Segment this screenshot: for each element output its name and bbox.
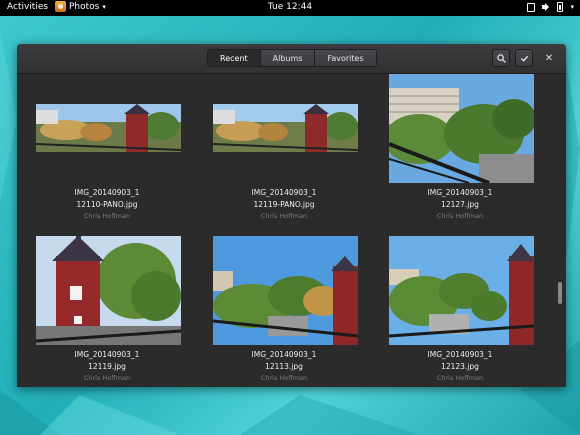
speaker-icon bbox=[542, 3, 550, 11]
photo-item[interactable]: IMG_20140903_1 12119.jpg Chris Hoffman bbox=[17, 234, 200, 387]
chevron-down-icon: ▾ bbox=[570, 3, 574, 11]
photo-image bbox=[213, 236, 358, 345]
photo-caption: IMG_20140903_1 12110-PANO.jpg Chris Hoff… bbox=[17, 187, 197, 221]
close-window-button[interactable]: ✕ bbox=[542, 50, 556, 66]
photo-thumbnail[interactable] bbox=[389, 74, 534, 183]
photo-title-line1: IMG_20140903_1 bbox=[74, 188, 140, 197]
photo-title-line2: 12127.jpg bbox=[441, 200, 479, 209]
photo-title-line1: IMG_20140903_1 bbox=[427, 188, 493, 197]
photo-item[interactable]: IMG_20140903_1 12119-PANO.jpg Chris Hoff… bbox=[194, 74, 377, 234]
photo-title-line2: 12119.jpg bbox=[88, 362, 126, 371]
photo-thumbnail[interactable] bbox=[36, 236, 181, 345]
photo-author: Chris Hoffman bbox=[83, 212, 131, 220]
photos-window: Recent Albums Favorites ✕ IMG_20140903_1… bbox=[17, 44, 566, 387]
photo-title-line2: 12119-PANO.jpg bbox=[253, 200, 315, 209]
photo-image bbox=[389, 74, 534, 183]
photo-title-line1: IMG_20140903_1 bbox=[251, 350, 317, 359]
photo-author: Chris Hoffman bbox=[436, 374, 484, 382]
tab-favorites[interactable]: Favorites bbox=[314, 49, 377, 67]
tab-recent[interactable]: Recent bbox=[207, 49, 261, 67]
photo-title-line2: 12110-PANO.jpg bbox=[76, 200, 138, 209]
photo-image bbox=[36, 104, 181, 152]
top-bar: Activities Photos ▾ Tue 12:44 ▾ bbox=[0, 0, 580, 16]
scrollbar-thumb[interactable] bbox=[558, 282, 562, 304]
photo-item[interactable]: IMG_20140903_1 12110-PANO.jpg Chris Hoff… bbox=[17, 74, 200, 234]
search-icon bbox=[496, 53, 506, 63]
select-button[interactable] bbox=[515, 49, 533, 67]
photo-author: Chris Hoffman bbox=[260, 212, 308, 220]
photo-title-line1: IMG_20140903_1 bbox=[251, 188, 317, 197]
photo-title-line1: IMG_20140903_1 bbox=[427, 350, 493, 359]
photo-thumbnail[interactable] bbox=[36, 104, 181, 152]
photo-caption: IMG_20140903_1 12113.jpg Chris Hoffman bbox=[194, 349, 374, 383]
photo-caption: IMG_20140903_1 12119-PANO.jpg Chris Hoff… bbox=[194, 187, 374, 221]
photo-item[interactable]: IMG_20140903_1 12113.jpg Chris Hoffman bbox=[194, 234, 377, 387]
photo-title-line1: IMG_20140903_1 bbox=[74, 350, 140, 359]
photo-thumbnail[interactable] bbox=[389, 236, 534, 345]
header-bar: Recent Albums Favorites ✕ bbox=[17, 44, 566, 74]
battery-icon bbox=[557, 2, 564, 12]
search-button[interactable] bbox=[492, 49, 510, 67]
photo-thumbnail[interactable] bbox=[213, 104, 358, 152]
photo-grid[interactable]: IMG_20140903_1 12110-PANO.jpg Chris Hoff… bbox=[17, 74, 566, 387]
view-switcher: Recent Albums Favorites bbox=[207, 49, 377, 67]
photo-author: Chris Hoffman bbox=[436, 212, 484, 220]
window-icon bbox=[527, 2, 536, 12]
photo-caption: IMG_20140903_1 12123.jpg Chris Hoffman bbox=[370, 349, 550, 383]
photo-image bbox=[36, 236, 181, 345]
photo-item[interactable]: IMG_20140903_1 12123.jpg Chris Hoffman bbox=[370, 234, 553, 387]
photo-item[interactable]: IMG_20140903_1 12127.jpg Chris Hoffman bbox=[370, 74, 553, 234]
photo-image bbox=[213, 104, 358, 152]
clock[interactable]: Tue 12:44 bbox=[0, 2, 580, 12]
photo-author: Chris Hoffman bbox=[83, 374, 131, 382]
photo-image bbox=[389, 236, 534, 345]
close-icon: ✕ bbox=[544, 52, 554, 64]
photo-thumbnail[interactable] bbox=[213, 236, 358, 345]
status-area[interactable]: ▾ bbox=[527, 2, 574, 12]
checkmark-icon bbox=[520, 55, 528, 62]
photo-title-line2: 12113.jpg bbox=[265, 362, 303, 371]
photo-caption: IMG_20140903_1 12119.jpg Chris Hoffman bbox=[17, 349, 197, 383]
photo-author: Chris Hoffman bbox=[260, 374, 308, 382]
photo-caption: IMG_20140903_1 12127.jpg Chris Hoffman bbox=[370, 187, 550, 221]
tab-albums[interactable]: Albums bbox=[259, 49, 316, 67]
photo-title-line2: 12123.jpg bbox=[441, 362, 479, 371]
